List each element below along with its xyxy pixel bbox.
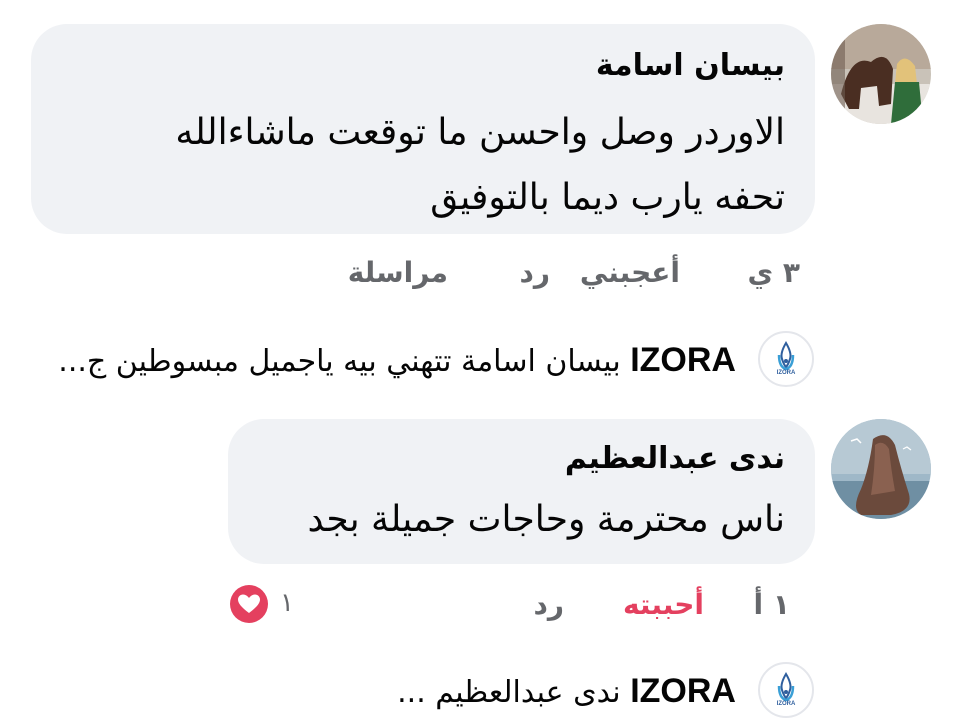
comment-text-line: ناس محترمة وحاجات جميلة بجد bbox=[307, 499, 785, 540]
comment-timestamp[interactable]: ١ أ bbox=[754, 588, 790, 621]
comment-text-line: الاوردر وصل واحسن ما توقعت ماشاءالله bbox=[175, 112, 785, 153]
love-button[interactable]: أحببته bbox=[623, 588, 704, 621]
comment-bubble: بيسان اسامة الاوردر وصل واحسن ما توقعت م… bbox=[31, 24, 815, 234]
reply-page-name: IZORA bbox=[630, 672, 736, 710]
reply-button[interactable]: رد bbox=[520, 256, 551, 289]
reply-preview-text: ندى عبدالعظيم ... bbox=[397, 675, 621, 710]
comment-text-line: تحفه يارب ديما بالتوفيق bbox=[430, 177, 785, 218]
izora-logo-text: IZORA bbox=[776, 370, 796, 376]
reply-preview[interactable]: IZORA بيسان اسامة تتهني بيه ياجميل مبسوط… bbox=[58, 341, 736, 380]
comment-author[interactable]: بيسان اسامة bbox=[596, 48, 785, 83]
izora-logo-text: IZORA bbox=[776, 701, 796, 707]
message-button[interactable]: مراسلة bbox=[348, 256, 448, 289]
page-avatar[interactable]: IZORA bbox=[758, 662, 814, 718]
horse-carriage-photo-icon bbox=[831, 24, 931, 124]
comment-author[interactable]: ندى عبدالعظيم bbox=[565, 441, 785, 476]
reply-button[interactable]: رد bbox=[534, 588, 565, 621]
izora-logo-icon bbox=[777, 341, 795, 371]
comment-bubble: ندى عبدالعظيم ناس محترمة وحاجات جميلة بج… bbox=[228, 419, 815, 564]
heart-reaction-icon bbox=[230, 585, 268, 623]
commenter-avatar[interactable] bbox=[831, 24, 931, 124]
reaction-count[interactable]: ١ bbox=[280, 588, 294, 618]
comment-timestamp[interactable]: ٣ ي bbox=[747, 256, 800, 289]
page-avatar[interactable]: IZORA bbox=[758, 331, 814, 387]
reply-preview[interactable]: IZORA ندى عبدالعظيم ... bbox=[397, 672, 736, 711]
like-button[interactable]: أعجبني bbox=[580, 256, 680, 289]
reply-page-name: IZORA bbox=[630, 341, 736, 379]
commenter-avatar[interactable] bbox=[831, 419, 931, 519]
reply-preview-text: بيسان اسامة تتهني بيه ياجميل مبسوطين ج..… bbox=[58, 344, 621, 379]
veiled-woman-photo-icon bbox=[831, 419, 931, 519]
izora-logo-icon bbox=[777, 672, 795, 702]
heart-icon[interactable] bbox=[227, 582, 271, 626]
